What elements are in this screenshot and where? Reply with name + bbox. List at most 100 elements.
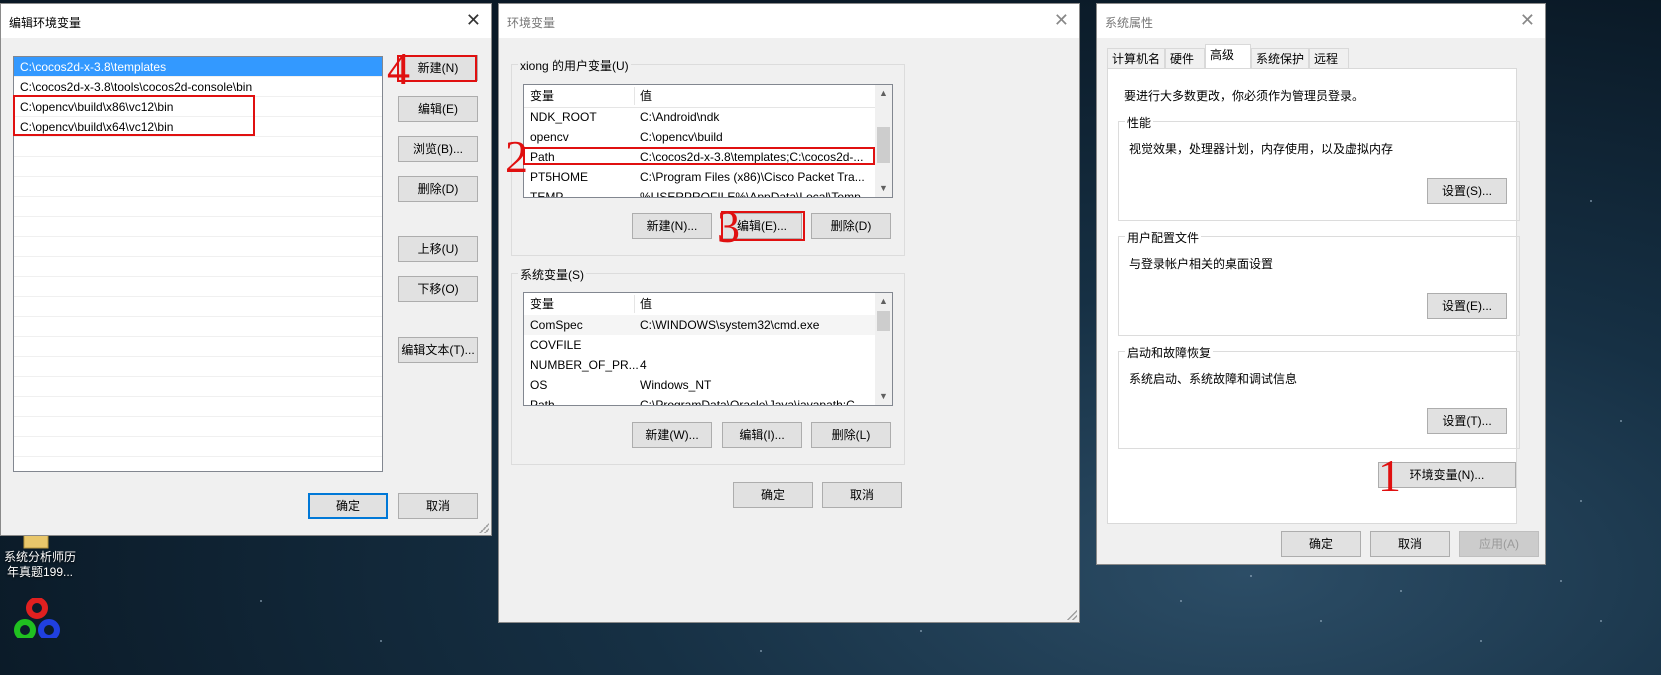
dialog-title: 编辑环境变量	[9, 16, 82, 30]
var-name: Path	[530, 398, 555, 406]
startup-settings-button[interactable]: 设置(T)...	[1427, 408, 1507, 434]
empty-row	[14, 317, 382, 337]
user-vars-table[interactable]: 变量 值 NDK_ROOT C:\Android\ndk opencv C:\o…	[523, 84, 893, 198]
cancel-button[interactable]: 取消	[398, 493, 478, 519]
scrollbar[interactable]: ▲ ▼	[875, 85, 892, 197]
env-vars-dialog: 环境变量 ✕ xiong 的用户变量(U) 变量 值 NDK_ROOT C:\A…	[498, 3, 1080, 623]
system-vars-table[interactable]: 变量 值 ComSpec C:\WINDOWS\system32\cmd.exe…	[523, 292, 893, 406]
empty-row	[14, 297, 382, 317]
empty-row	[14, 337, 382, 357]
desktop-icon-label[interactable]: 系统分析师历 年真题199...	[0, 550, 80, 580]
table-row[interactable]: COVFILE	[524, 335, 876, 355]
user-profiles-desc: 与登录帐户相关的桌面设置	[1129, 257, 1274, 271]
path-list-item[interactable]: C:\opencv\build\x86\vc12\bin	[14, 97, 382, 117]
tab-system-protection[interactable]: 系统保护	[1251, 48, 1309, 68]
close-icon[interactable]: ✕	[466, 11, 481, 29]
var-value: C:\opencv\build	[640, 130, 723, 144]
var-name: Path	[530, 150, 555, 164]
empty-row	[14, 357, 382, 377]
delete-button[interactable]: 删除(D)	[398, 176, 478, 202]
scroll-thumb[interactable]	[877, 311, 890, 331]
table-row[interactable]: ComSpec C:\WINDOWS\system32\cmd.exe	[524, 315, 876, 335]
path-list-item[interactable]: C:\cocos2d-x-3.8\tools\cocos2d-console\b…	[14, 77, 382, 97]
empty-row	[14, 277, 382, 297]
table-row[interactable]: NUMBER_OF_PR... 4	[524, 355, 876, 375]
startup-recovery-label: 启动和故障恢复	[1125, 344, 1214, 361]
user-profiles-section: 用户配置文件 与登录帐户相关的桌面设置 设置(E)...	[1118, 229, 1520, 336]
scroll-down-icon[interactable]: ▼	[875, 180, 892, 197]
table-row[interactable]: opencv C:\opencv\build	[524, 127, 876, 147]
table-row[interactable]: PT5HOME C:\Program Files (x86)\Cisco Pac…	[524, 167, 876, 187]
var-name: OS	[530, 378, 548, 392]
move-up-button[interactable]: 上移(U)	[398, 236, 478, 262]
annotation-step-3: 3	[717, 201, 740, 252]
browse-button[interactable]: 浏览(B)...	[398, 136, 478, 162]
table-row[interactable]: Path C:\ProgramData\Oracle\Java\javapath…	[524, 395, 876, 406]
advanced-tab-panel: 要进行大多数更改，你必须作为管理员登录。 性能 视觉效果，处理器计划，内存使用，…	[1107, 68, 1520, 524]
var-name: TEMP	[530, 190, 564, 198]
table-row[interactable]: Path C:\cocos2d-x-3.8\templates;C:\cocos…	[524, 147, 876, 167]
performance-settings-button[interactable]: 设置(S)...	[1427, 178, 1507, 204]
cancel-button[interactable]: 取消	[822, 482, 902, 508]
col-header-variable[interactable]: 变量	[530, 85, 554, 107]
startup-recovery-section: 启动和故障恢复 系统启动、系统故障和调试信息 设置(T)...	[1118, 344, 1520, 449]
empty-row	[14, 257, 382, 277]
move-down-button[interactable]: 下移(O)	[398, 276, 478, 302]
scroll-up-icon[interactable]: ▲	[875, 293, 892, 310]
new-button[interactable]: 新建(N)	[398, 55, 478, 81]
var-name: ComSpec	[530, 318, 583, 332]
empty-row	[14, 237, 382, 257]
user-delete-button[interactable]: 删除(D)	[811, 213, 891, 239]
table-row[interactable]: TEMP %USERPROFILE%\AppData\Local\Temp	[524, 187, 876, 198]
close-icon[interactable]: ✕	[1054, 11, 1069, 29]
table-row[interactable]: NDK_ROOT C:\Android\ndk	[524, 107, 876, 127]
empty-row	[14, 377, 382, 397]
resize-grip-icon[interactable]	[1067, 610, 1077, 620]
title-bar[interactable]: 编辑环境变量 ✕	[1, 4, 491, 38]
scroll-down-icon[interactable]: ▼	[875, 388, 892, 405]
system-vars-label: 系统变量(S)	[518, 266, 586, 283]
path-list-item[interactable]: C:\cocos2d-x-3.8\templates	[14, 57, 382, 77]
var-value: C:\ProgramData\Oracle\Java\javapath;C...	[640, 398, 865, 406]
opencv-logo-icon[interactable]	[12, 597, 62, 641]
scroll-thumb[interactable]	[877, 127, 890, 163]
tab-advanced[interactable]: 高级	[1205, 44, 1251, 69]
empty-row	[14, 457, 382, 471]
empty-row	[14, 217, 382, 237]
col-header-value[interactable]: 值	[640, 293, 652, 315]
col-header-variable[interactable]: 变量	[530, 293, 554, 315]
tab-hardware[interactable]: 硬件	[1165, 48, 1205, 68]
path-list-item[interactable]: C:\opencv\build\x64\vc12\bin	[14, 117, 382, 137]
var-value: C:\Program Files (x86)\Cisco Packet Tra.…	[640, 170, 865, 184]
table-header: 变量 值	[524, 293, 876, 316]
tab-remote[interactable]: 远程	[1309, 48, 1349, 68]
cancel-button[interactable]: 取消	[1370, 531, 1450, 557]
system-edit-button[interactable]: 编辑(I)...	[722, 422, 802, 448]
system-delete-button[interactable]: 删除(L)	[811, 422, 891, 448]
system-properties-dialog: 系统属性 ✕ 计算机名 硬件 高级 系统保护 远程 要进行大多数更改，你必须作为…	[1096, 3, 1546, 565]
close-icon[interactable]: ✕	[1520, 11, 1535, 29]
path-list[interactable]: C:\cocos2d-x-3.8\templates C:\cocos2d-x-…	[13, 56, 383, 472]
title-bar[interactable]: 环境变量 ✕	[499, 4, 1079, 38]
admin-note: 要进行大多数更改，你必须作为管理员登录。	[1124, 89, 1365, 103]
ok-button[interactable]: 确定	[1281, 531, 1361, 557]
edit-text-button[interactable]: 编辑文本(T)...	[398, 337, 478, 363]
tab-computer-name[interactable]: 计算机名	[1107, 48, 1165, 68]
system-new-button[interactable]: 新建(W)...	[632, 422, 712, 448]
resize-grip-icon[interactable]	[479, 523, 489, 533]
ok-button[interactable]: 确定	[733, 482, 813, 508]
apply-button[interactable]: 应用(A)	[1459, 531, 1539, 557]
empty-row	[14, 437, 382, 457]
scroll-up-icon[interactable]: ▲	[875, 85, 892, 102]
ok-button[interactable]: 确定	[308, 493, 388, 519]
icon-label-line1: 系统分析师历	[3, 550, 76, 564]
edit-button[interactable]: 编辑(E)	[398, 96, 478, 122]
title-bar[interactable]: 系统属性 ✕	[1097, 4, 1545, 38]
var-name: NUMBER_OF_PR...	[530, 358, 639, 372]
user-profiles-settings-button[interactable]: 设置(E)...	[1427, 293, 1507, 319]
col-header-value[interactable]: 值	[640, 85, 652, 107]
var-value: %USERPROFILE%\AppData\Local\Temp	[640, 190, 861, 198]
scrollbar[interactable]: ▲ ▼	[875, 293, 892, 405]
table-row[interactable]: OS Windows_NT	[524, 375, 876, 395]
user-new-button[interactable]: 新建(N)...	[632, 213, 712, 239]
